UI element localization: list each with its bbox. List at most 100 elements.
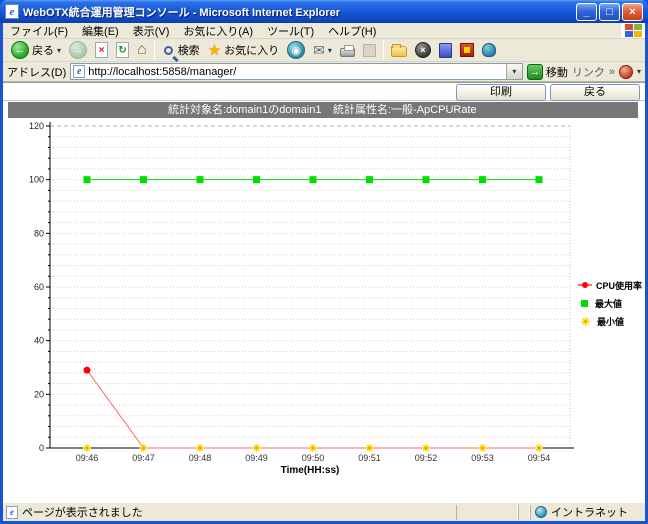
search-button[interactable]: 検索 bbox=[158, 39, 204, 61]
menu-bar: ファイル(F) 編集(E) 表示(V) お気に入り(A) ツール(T) ヘルプ(… bbox=[3, 23, 645, 39]
mail-icon: ✉ bbox=[313, 42, 325, 59]
legend-cpu-label: CPU使用率 bbox=[596, 279, 642, 292]
maximize-icon: □ bbox=[606, 7, 613, 17]
legend-item-max: 最大値 bbox=[578, 294, 642, 312]
refresh-button[interactable]: ↻ bbox=[112, 39, 133, 61]
cpu-line-marker-icon bbox=[578, 284, 592, 286]
favorites-button[interactable]: ★ お気に入り bbox=[204, 39, 283, 61]
address-input[interactable]: e http://localhost:5858/manager/ ▾ bbox=[70, 63, 523, 80]
svg-text:60: 60 bbox=[34, 282, 44, 292]
security-zone: イントラネット bbox=[530, 505, 642, 520]
print-page-button[interactable]: 印刷 bbox=[456, 84, 546, 101]
media-icon: ◉ bbox=[287, 41, 305, 59]
favorites-label: お気に入り bbox=[224, 42, 279, 58]
antivirus-addon-button[interactable] bbox=[456, 39, 478, 61]
menu-help[interactable]: ヘルプ(H) bbox=[321, 22, 383, 40]
status-page-icon: e bbox=[6, 506, 18, 519]
close-button[interactable]: × bbox=[622, 3, 643, 21]
legend-item-min: 最小値 bbox=[578, 312, 642, 330]
address-url: http://localhost:5858/manager/ bbox=[88, 66, 506, 78]
toolbar-separator bbox=[154, 40, 155, 60]
media-button[interactable]: ◉ bbox=[283, 39, 309, 61]
go-icon: → bbox=[527, 64, 543, 80]
addon-dropdown-icon[interactable]: ▾ bbox=[637, 67, 641, 76]
title-bar: e WebOTX統合運用管理コンソール - Microsoft Internet… bbox=[0, 0, 648, 23]
page-content: 印刷 戻る 統計対象名:domain1のdomain1 統計属性名:一般-ApC… bbox=[3, 82, 645, 502]
svg-text:09:50: 09:50 bbox=[302, 453, 325, 463]
action-row: 印刷 戻る bbox=[3, 83, 645, 101]
forward-button[interactable]: → bbox=[65, 39, 91, 61]
stop-icon: × bbox=[95, 42, 108, 58]
refresh-icon: ↻ bbox=[116, 42, 129, 58]
favorites-star-icon: ★ bbox=[208, 43, 221, 58]
back-button[interactable]: ← 戻る ▾ bbox=[7, 39, 65, 61]
standard-toolbar: ← 戻る ▾ → × ↻ ⌂ 検索 ★ お気に入り ◉ ✉ ▾ bbox=[3, 39, 645, 62]
min-star-marker-icon bbox=[579, 315, 592, 328]
messenger-icon bbox=[482, 43, 496, 57]
addon-icon[interactable] bbox=[619, 65, 633, 79]
svg-text:09:54: 09:54 bbox=[528, 453, 551, 463]
folder-icon bbox=[391, 46, 407, 57]
windows-logo bbox=[621, 23, 645, 38]
svg-text:80: 80 bbox=[34, 228, 44, 238]
status-pane bbox=[456, 505, 518, 520]
max-square-marker-icon bbox=[581, 300, 588, 307]
legend-max-label: 最大値 bbox=[595, 297, 622, 310]
svg-text:09:51: 09:51 bbox=[358, 453, 381, 463]
statistics-attribute-name: 統計属性名:一般-ApCPURate bbox=[333, 102, 477, 118]
svg-text:100: 100 bbox=[29, 175, 44, 185]
links-chevron-icon[interactable]: » bbox=[609, 66, 615, 78]
menu-file[interactable]: ファイル(F) bbox=[3, 22, 75, 40]
search-label: 検索 bbox=[178, 42, 200, 58]
status-pane bbox=[518, 505, 530, 520]
chart-legend: CPU使用率 最大値 最小値 bbox=[578, 276, 642, 330]
menu-favorites[interactable]: お気に入り(A) bbox=[176, 22, 260, 40]
minimize-icon: _ bbox=[583, 7, 589, 17]
research-icon bbox=[439, 43, 452, 58]
mail-button[interactable]: ✉ ▾ bbox=[309, 39, 336, 61]
antivirus-icon bbox=[460, 43, 474, 57]
statistics-header-band: 統計対象名:domain1のdomain1 統計属性名:一般-ApCPURate bbox=[8, 102, 638, 118]
intranet-globe-icon bbox=[535, 506, 547, 518]
page-icon: e bbox=[73, 65, 85, 78]
links-label[interactable]: リンク bbox=[572, 64, 605, 80]
address-dropdown-button[interactable]: ▾ bbox=[506, 64, 522, 79]
svg-text:09:49: 09:49 bbox=[245, 453, 268, 463]
go-button[interactable]: → 移動 bbox=[527, 64, 568, 80]
zone-label: イントラネット bbox=[551, 504, 628, 520]
home-button[interactable]: ⌂ bbox=[133, 39, 151, 61]
maximize-button[interactable]: □ bbox=[599, 3, 620, 21]
history-addon-button[interactable]: × bbox=[411, 39, 435, 61]
browser-window: e WebOTX統合運用管理コンソール - Microsoft Internet… bbox=[0, 0, 648, 524]
chart-canvas: 02040608010012009:4609:4709:4809:4909:50… bbox=[3, 120, 645, 492]
search-icon bbox=[164, 46, 173, 55]
folder-addon-button[interactable] bbox=[387, 39, 411, 61]
close-icon: × bbox=[629, 7, 635, 17]
status-message: ページが表示されました bbox=[22, 504, 456, 520]
menu-tools[interactable]: ツール(T) bbox=[260, 22, 321, 40]
back-page-button[interactable]: 戻る bbox=[550, 84, 640, 101]
status-bar: e ページが表示されました イントラネット bbox=[3, 502, 645, 521]
minimize-button[interactable]: _ bbox=[576, 3, 597, 21]
research-addon-button[interactable] bbox=[435, 39, 456, 61]
svg-text:0: 0 bbox=[39, 443, 44, 453]
mail-dropdown-icon[interactable]: ▾ bbox=[328, 46, 332, 55]
edit-icon bbox=[363, 44, 376, 57]
back-icon: ← bbox=[11, 41, 29, 59]
svg-text:09:46: 09:46 bbox=[76, 453, 99, 463]
svg-text:Time(HH:ss): Time(HH:ss) bbox=[281, 465, 340, 476]
menu-view[interactable]: 表示(V) bbox=[126, 22, 177, 40]
messenger-addon-button[interactable] bbox=[478, 39, 500, 61]
printer-icon bbox=[340, 48, 355, 57]
chevron-down-icon: ▾ bbox=[512, 67, 516, 76]
menu-edit[interactable]: 編集(E) bbox=[75, 22, 126, 40]
forward-icon: → bbox=[69, 41, 87, 59]
address-label: アドレス(D) bbox=[7, 64, 66, 80]
back-dropdown-icon[interactable]: ▾ bbox=[57, 46, 61, 55]
legend-min-label: 最小値 bbox=[597, 315, 624, 328]
address-bar: アドレス(D) e http://localhost:5858/manager/… bbox=[3, 62, 645, 82]
print-toolbar-button[interactable] bbox=[336, 39, 359, 61]
edit-button[interactable] bbox=[359, 39, 380, 61]
cpu-usage-chart: 02040608010012009:4609:4709:4809:4909:50… bbox=[3, 120, 645, 492]
stop-button[interactable]: × bbox=[91, 39, 112, 61]
